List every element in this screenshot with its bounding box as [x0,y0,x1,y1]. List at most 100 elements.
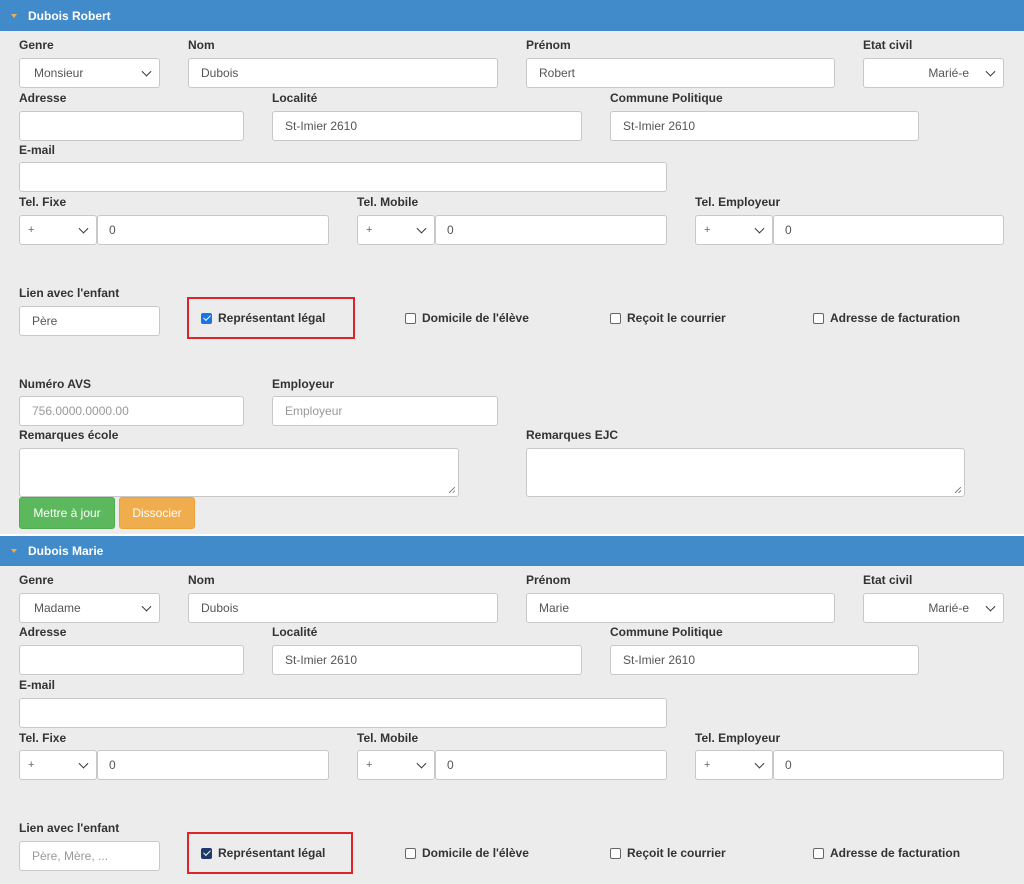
tel-mobile-input[interactable]: 0 [435,215,667,245]
tel-employeur-input[interactable]: 0 [773,215,1004,245]
domicile-checkbox[interactable]: Domicile de l'élève [405,311,529,325]
remarques-ejc-textarea[interactable] [526,448,965,497]
courrier-label: Reçoit le courrier [627,846,726,860]
remarques-ejc-label: Remarques EJC [526,428,619,442]
tel-mobile-value: 0 [447,758,454,772]
courrier-checkbox[interactable]: Reçoit le courrier [610,311,726,325]
caret-down-icon [11,13,17,18]
resize-grip-icon[interactable] [449,487,455,493]
adresse-label: Adresse [19,91,67,105]
adresse-input[interactable] [19,645,244,675]
commune-value: St-Imier 2610 [623,119,696,133]
tel-mobile-label: Tel. Mobile [357,195,419,209]
tel-fixe-prefix-select[interactable]: + [19,215,97,245]
localite-label: Localité [272,91,318,105]
dissocier-button[interactable]: Dissocier [119,497,195,529]
tel-employeur-value: 0 [785,223,792,237]
genre-select[interactable]: Madame [19,593,160,623]
tel-mobile-input[interactable]: 0 [435,750,667,780]
facturation-checkbox[interactable]: Adresse de facturation [813,311,960,325]
tel-fixe-prefix-value: + [28,224,35,236]
email-label: E-mail [19,678,56,692]
checkbox-unchecked-icon [405,312,416,324]
employeur-input[interactable]: Employeur [272,396,498,426]
chevron-down-icon [754,758,765,769]
tel-fixe-input[interactable]: 0 [97,215,329,245]
tel-employeur-prefix-select[interactable]: + [695,215,773,245]
prenom-label: Prénom [526,38,571,52]
etat-civil-select[interactable]: Marié-e [863,58,1004,88]
nom-value: Dubois [201,66,239,80]
domicile-label: Domicile de l'élève [422,311,529,325]
lien-value: Père [32,314,58,328]
commune-value: St-Imier 2610 [623,653,696,667]
nom-input[interactable]: Dubois [188,58,498,88]
update-button[interactable]: Mettre à jour [19,497,115,529]
commune-input[interactable]: St-Imier 2610 [610,645,919,675]
tel-mobile-prefix-value: + [366,759,373,771]
lien-input[interactable]: Père [19,306,160,336]
checkbox-unchecked-icon [610,312,621,324]
tel-mobile-prefix-select[interactable]: + [357,215,435,245]
courrier-checkbox[interactable]: Reçoit le courrier [610,846,726,860]
genre-label: Genre [19,38,54,52]
checkbox-unchecked-icon [405,847,416,859]
email-input[interactable] [19,698,667,728]
nom-label: Nom [188,573,215,587]
domicile-checkbox[interactable]: Domicile de l'élève [405,846,529,860]
prenom-input[interactable]: Robert [526,58,835,88]
chevron-down-icon [416,223,427,234]
checkbox-unchecked-icon [813,312,824,324]
genre-label: Genre [19,573,54,587]
prenom-input[interactable]: Marie [526,593,835,623]
representant-legal-checkbox[interactable]: Représentant légal [201,846,325,860]
nom-input[interactable]: Dubois [188,593,498,623]
commune-label: Commune Politique [610,91,723,105]
representant-legal-checkbox[interactable]: Représentant légal [201,311,325,325]
avs-label: Numéro AVS [19,377,92,391]
tel-fixe-prefix-select[interactable]: + [19,750,97,780]
lien-input[interactable]: Père, Mère, ... [19,841,160,871]
tel-mobile-value: 0 [447,223,454,237]
representant-label: Représentant légal [218,846,326,860]
chevron-down-icon [141,601,152,612]
tel-fixe-value: 0 [109,223,116,237]
localite-input[interactable]: St-Imier 2610 [272,645,582,675]
prenom-label: Prénom [526,573,571,587]
adresse-input[interactable] [19,111,244,141]
panel-header-1[interactable]: Dubois Robert [0,0,1024,31]
tel-mobile-prefix-value: + [366,224,373,236]
courrier-label: Reçoit le courrier [627,311,726,325]
tel-employeur-prefix-select[interactable]: + [695,750,773,780]
tel-employeur-input[interactable]: 0 [773,750,1004,780]
etat-civil-value: Marié-e [928,66,969,80]
tel-employeur-prefix-value: + [704,224,711,236]
email-input[interactable] [19,162,667,192]
tel-fixe-input[interactable]: 0 [97,750,329,780]
chevron-down-icon [416,758,427,769]
etat-civil-value: Marié-e [928,601,969,615]
chevron-down-icon [985,601,996,612]
tel-mobile-label: Tel. Mobile [357,731,419,745]
panel-header-2[interactable]: Dubois Marie [0,536,1024,566]
chevron-down-icon [78,223,89,234]
genre-value: Monsieur [34,66,84,80]
tel-mobile-prefix-select[interactable]: + [357,750,435,780]
nom-value: Dubois [201,601,239,615]
facturation-label: Adresse de facturation [830,846,961,860]
resize-grip-icon[interactable] [955,487,961,493]
lien-placeholder: Père, Mère, ... [32,849,109,863]
commune-input[interactable]: St-Imier 2610 [610,111,919,141]
facturation-checkbox[interactable]: Adresse de facturation [813,846,960,860]
etat-civil-select[interactable]: Marié-e [863,593,1004,623]
localite-input[interactable]: St-Imier 2610 [272,111,582,141]
avs-input[interactable]: 756.0000.0000.00 [19,396,244,426]
chevron-down-icon [985,66,996,77]
panel-header-title: Dubois Marie [28,544,104,558]
email-label: E-mail [19,143,56,157]
localite-value: St-Imier 2610 [285,653,358,667]
chevron-down-icon [78,758,89,769]
remarques-ecole-textarea[interactable] [19,448,459,497]
genre-select[interactable]: Monsieur [19,58,160,88]
localite-label: Localité [272,625,318,639]
